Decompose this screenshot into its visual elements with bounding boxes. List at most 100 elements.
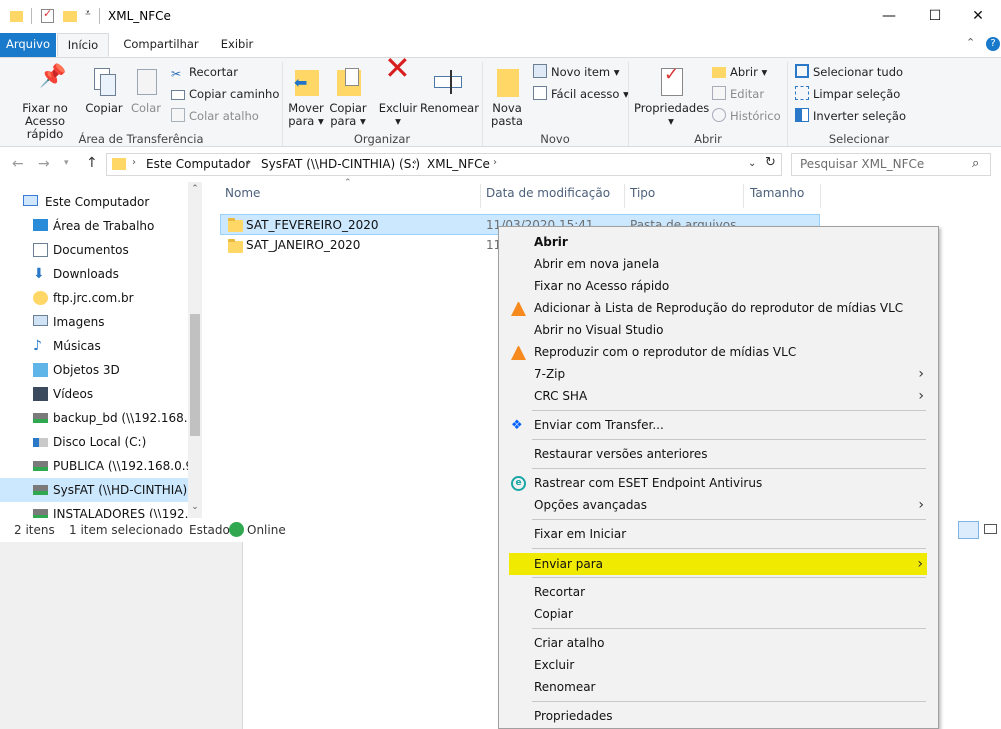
edit-button[interactable]: Editar [712, 84, 764, 104]
move-to-button[interactable]: ⬅ Mover para ▾ [286, 66, 326, 128]
paste-shortcut-button[interactable]: Colar atalho [171, 106, 259, 126]
menu-item-label: Restaurar versões anteriores [534, 447, 708, 461]
cut-button[interactable]: ✂ Recortar [171, 62, 238, 82]
nav-item-local-disk[interactable]: Disco Local (C:) [0, 430, 188, 454]
properties-button[interactable]: ✓ Propriedades ▾ [634, 66, 709, 128]
column-header-type[interactable]: Tipo [630, 186, 655, 206]
nav-item-this-pc[interactable]: Este Computador [0, 190, 188, 214]
invert-selection-button[interactable]: Inverter seleção [795, 106, 906, 126]
delete-button[interactable]: ✕ Excluir ▾ [378, 52, 418, 128]
nav-item-videos[interactable]: Vídeos [0, 382, 188, 406]
back-arrow-icon[interactable]: ← [12, 156, 24, 172]
menu-item-properties[interactable]: Propriedades [501, 705, 936, 727]
up-arrow-icon[interactable]: ↑ [86, 155, 98, 171]
recent-locations-chevron-icon[interactable]: ▾ [64, 158, 69, 168]
rename-button[interactable]: Renomear [420, 66, 479, 115]
nav-item-desktop[interactable]: Área de Trabalho [0, 214, 188, 238]
column-header-date[interactable]: Data de modificação [486, 186, 610, 206]
new-item-button[interactable]: Novo item ▾ [533, 62, 620, 82]
new-folder-quick-icon[interactable] [63, 11, 77, 22]
nav-item-documents[interactable]: Documentos [0, 238, 188, 262]
column-header-name[interactable]: Nome [225, 186, 260, 206]
nav-item-label: Músicas [53, 339, 101, 353]
forward-arrow-icon[interactable]: → [38, 156, 50, 172]
menu-item-label: Fixar no Acesso rápido [534, 279, 670, 293]
menu-item-vlc-add-playlist[interactable]: Adicionar à Lista de Reprodução do repro… [501, 297, 936, 319]
scrollbar-thumb[interactable] [190, 314, 200, 436]
copy-path-button[interactable]: Copiar caminho [171, 84, 279, 104]
address-dropdown-icon[interactable]: ⌄ [748, 158, 756, 169]
breadcrumb-separator-icon[interactable]: › [247, 157, 251, 168]
menu-item-open-new-window[interactable]: Abrir em nova janela [501, 253, 936, 275]
nav-item-downloads[interactable]: ⬇ Downloads [0, 262, 188, 286]
menu-item-label: Excluir [534, 658, 575, 672]
maximize-button[interactable]: ☐ [912, 0, 958, 33]
paste-button[interactable]: Colar [126, 66, 166, 115]
menu-item-crc-sha[interactable]: CRC SHA › [501, 385, 936, 407]
nav-item-pictures[interactable]: Imagens [0, 310, 188, 334]
nav-pane-scrollbar[interactable]: ⌃ ⌄ [188, 182, 202, 518]
open-button[interactable]: Abrir ▾ [712, 62, 767, 82]
menu-item-eset-scan[interactable]: e Rastrear com ESET Endpoint Antivirus [501, 472, 936, 494]
menu-item-create-shortcut[interactable]: Criar atalho [501, 632, 936, 654]
column-divider[interactable] [624, 184, 625, 208]
column-divider[interactable] [820, 184, 821, 208]
menu-item-rename[interactable]: Renomear [501, 676, 936, 698]
select-none-button[interactable]: Limpar seleção [795, 84, 900, 104]
menu-item-cut[interactable]: Recortar [501, 581, 936, 603]
nav-item-publica[interactable]: PUBLICA (\\192.168.0.9) (P [0, 454, 188, 478]
breadcrumb-this-pc[interactable]: Este Computador [146, 157, 250, 171]
collapse-ribbon-icon[interactable]: ⌃ [966, 36, 975, 49]
nav-item-backup-bd[interactable]: backup_bd (\\192.168.0.20 [0, 406, 188, 430]
nav-item-instaladores[interactable]: INSTALADORES (\\192.168 [0, 502, 188, 518]
menu-item-copy[interactable]: Copiar [501, 603, 936, 625]
menu-item-send-to[interactable]: Enviar para › [509, 553, 927, 575]
address-bar[interactable]: › Este Computador › SysFAT (\\HD-CINTHIA… [106, 153, 782, 176]
menu-item-pin-start[interactable]: Fixar em Iniciar [501, 523, 936, 545]
tab-home[interactable]: Início [57, 33, 109, 57]
minimize-button[interactable]: — [866, 0, 912, 33]
menu-item-7zip[interactable]: 7-Zip › [501, 363, 936, 385]
column-header-size[interactable]: Tamanho [750, 186, 804, 206]
customize-quick-access-icon[interactable]: ⩡ [85, 8, 91, 19]
menu-item-open-visual-studio[interactable]: Abrir no Visual Studio [501, 319, 936, 341]
new-folder-button[interactable]: Nova pasta [488, 66, 526, 128]
breadcrumb-separator-icon[interactable]: › [132, 157, 136, 168]
help-icon[interactable]: ? [986, 37, 1000, 51]
column-divider[interactable] [743, 184, 744, 208]
history-button[interactable]: Histórico [712, 106, 781, 126]
menu-item-delete[interactable]: Excluir [501, 654, 936, 676]
copy-button[interactable]: Copiar [84, 66, 124, 115]
menu-item-restore-versions[interactable]: Restaurar versões anteriores [501, 443, 936, 465]
search-box[interactable]: Pesquisar XML_NFCe ⌕ [791, 153, 991, 176]
easy-access-button[interactable]: Fácil acesso ▾ [533, 84, 629, 104]
copy-to-button[interactable]: Copiar para ▾ [328, 66, 368, 128]
breadcrumb-xml-nfce[interactable]: XML_NFCe [427, 157, 490, 171]
menu-item-open[interactable]: Abrir [501, 231, 936, 253]
details-view-icon[interactable] [958, 521, 979, 539]
pin-quick-access-button[interactable]: 📌 Fixar no Acesso rápido [6, 66, 84, 141]
menu-item-pin-quick-access[interactable]: Fixar no Acesso rápido [501, 275, 936, 297]
breadcrumb-sysfat-drive[interactable]: SysFAT (\\HD-CINTHIA) (S:) [261, 157, 420, 171]
tab-view[interactable]: Exibir [212, 33, 262, 57]
menu-item-vlc-play[interactable]: Reproduzir com o reprodutor de mídias VL… [501, 341, 936, 363]
large-icons-view-icon[interactable] [984, 524, 997, 534]
close-button[interactable]: ✕ [955, 0, 1001, 33]
select-all-button[interactable]: Selecionar tudo [795, 62, 903, 82]
menu-item-send-transfer[interactable]: ❖ Enviar com Transfer... [501, 414, 936, 436]
scroll-up-arrow-icon[interactable]: ⌃ [188, 184, 202, 194]
nav-item-music[interactable]: ♪ Músicas [0, 334, 188, 358]
scroll-down-arrow-icon[interactable]: ⌄ [188, 502, 202, 512]
nav-item-sysfat[interactable]: SysFAT (\\HD-CINTHIA) (S [0, 478, 188, 502]
tab-file[interactable]: Arquivo [0, 33, 56, 57]
refresh-icon[interactable]: ↻ [765, 155, 776, 170]
tab-share[interactable]: Compartilhar [118, 33, 204, 57]
breadcrumb-separator-icon[interactable]: › [413, 157, 417, 168]
breadcrumb-separator-icon[interactable]: › [493, 157, 497, 168]
search-input[interactable]: Pesquisar XML_NFCe [800, 157, 924, 171]
nav-item-ftp[interactable]: ftp.jrc.com.br [0, 286, 188, 310]
column-divider[interactable] [480, 184, 481, 208]
nav-item-3d-objects[interactable]: Objetos 3D [0, 358, 188, 382]
menu-item-advanced-options[interactable]: Opções avançadas › [501, 494, 936, 516]
properties-quick-icon[interactable]: ✓ [41, 7, 54, 23]
